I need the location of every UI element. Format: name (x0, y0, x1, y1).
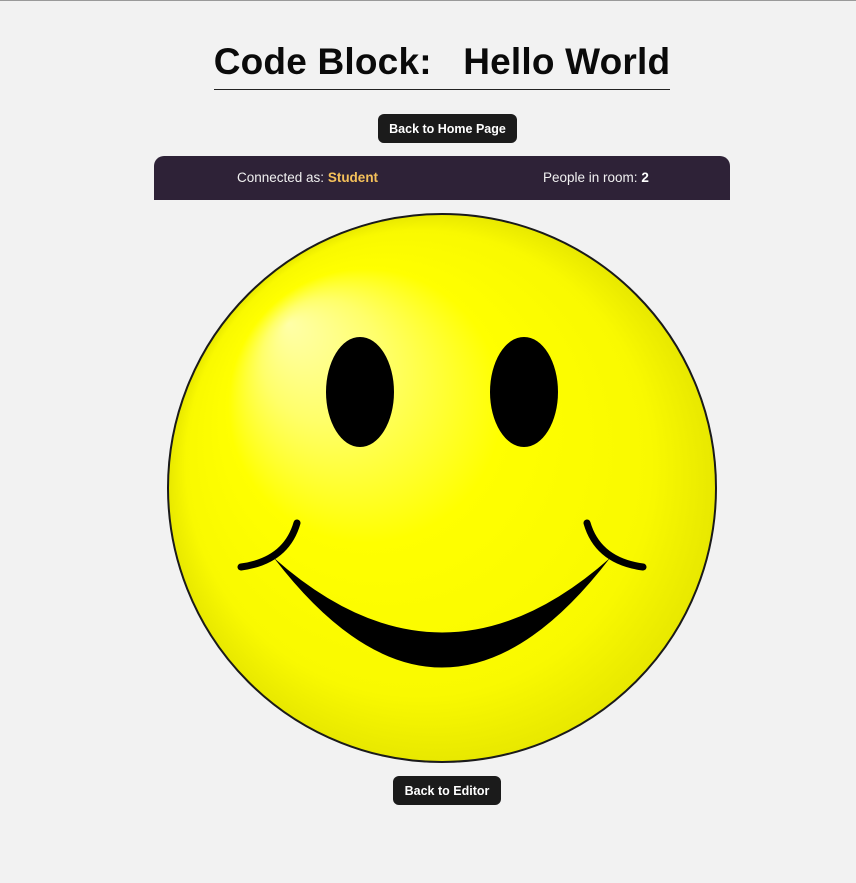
status-bar: Connected as: Student People in room: 2 (154, 156, 730, 200)
connected-as-label: Connected as: (237, 170, 328, 185)
code-block-page: Code Block: Hello World Back to Home Pag… (0, 1, 856, 883)
connection-status: Connected as: Student (237, 170, 378, 185)
people-in-room-label: People in room: (543, 170, 642, 185)
people-count: 2 (641, 170, 649, 185)
user-role: Student (327, 170, 379, 185)
face-circle (167, 213, 717, 763)
smiley-face-icon (167, 213, 717, 763)
title-wrapper: Code Block: Hello World (0, 41, 856, 90)
left-eye (326, 337, 394, 447)
room-occupancy: People in room: 2 (543, 170, 649, 185)
page-title: Code Block: Hello World (213, 41, 671, 90)
right-eye (490, 337, 558, 447)
back-to-home-button[interactable]: Back to Home Page (378, 114, 517, 143)
back-to-editor-button[interactable]: Back to Editor (393, 776, 501, 805)
